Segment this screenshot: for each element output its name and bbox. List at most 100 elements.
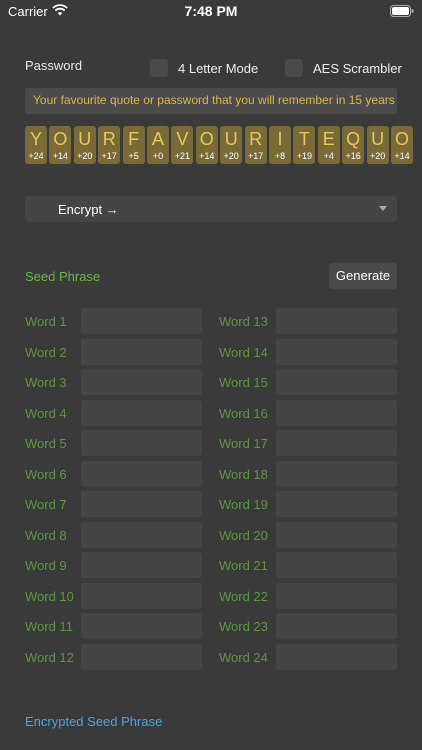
word-input[interactable] bbox=[276, 521, 397, 548]
tile-offset: +24 bbox=[28, 151, 44, 161]
battery-icon bbox=[390, 5, 414, 17]
tile-offset: +14 bbox=[199, 151, 215, 161]
letter-tile: U +20 bbox=[73, 126, 96, 164]
word-input[interactable] bbox=[81, 643, 202, 670]
tile-letter: F bbox=[128, 129, 140, 149]
password-label: Password bbox=[25, 58, 83, 73]
letter-tile: U +20 bbox=[220, 126, 243, 164]
word-label: Word 13 bbox=[219, 314, 268, 329]
word-label: Word 6 bbox=[25, 466, 67, 482]
four-letter-mode-checkbox[interactable] bbox=[150, 59, 168, 77]
tile-offset: +20 bbox=[369, 151, 386, 161]
tile-letter: O bbox=[53, 129, 68, 149]
tile-letter: U bbox=[78, 129, 92, 149]
word-label: Word 12 bbox=[25, 649, 74, 665]
tile-offset: +21 bbox=[174, 151, 191, 161]
status-time: 7:48 PM bbox=[184, 3, 238, 19]
word-label: Word 1 bbox=[25, 314, 67, 329]
word-input[interactable] bbox=[276, 643, 397, 670]
word-input[interactable] bbox=[276, 399, 397, 426]
letter-tile: T +19 bbox=[293, 126, 316, 164]
letter-tile: F +5 bbox=[122, 126, 145, 164]
chevron-down-icon bbox=[379, 206, 387, 211]
word-input[interactable] bbox=[81, 338, 202, 365]
tile-letter: U bbox=[371, 129, 385, 149]
word-input[interactable] bbox=[81, 613, 202, 639]
word-label: Word 15 bbox=[219, 375, 268, 390]
word-input[interactable] bbox=[81, 521, 202, 548]
word-input[interactable] bbox=[276, 338, 397, 365]
tile-letter: O bbox=[199, 129, 214, 149]
word-input[interactable] bbox=[276, 369, 397, 395]
word-label: Word 11 bbox=[25, 619, 73, 634]
word-label: Word 21 bbox=[219, 558, 268, 573]
word-input[interactable] bbox=[81, 308, 202, 334]
word-label: Word 24 bbox=[219, 649, 268, 665]
word-label: Word 2 bbox=[25, 344, 67, 360]
tile-offset: +20 bbox=[77, 151, 93, 161]
word-label: Word 10 bbox=[25, 588, 74, 604]
word-input[interactable] bbox=[81, 399, 202, 426]
word-input[interactable] bbox=[276, 460, 397, 487]
letter-tile: V +21 bbox=[171, 126, 194, 164]
word-label: Word 4 bbox=[25, 405, 67, 421]
tile-offset: +14 bbox=[52, 151, 69, 161]
letter-tile: A +0 bbox=[147, 126, 169, 164]
tile-letter: U bbox=[224, 129, 238, 149]
word-label: Word 7 bbox=[25, 497, 67, 512]
letter-tile: I +8 bbox=[269, 126, 291, 164]
word-label: Word 18 bbox=[219, 466, 268, 482]
letter-tile-strip: Y +24 O +14 U +20 R +17 F +5 A +0 V +21 O +14 U +20 R +17 I +… bbox=[25, 126, 422, 164]
tile-letter: Y bbox=[29, 129, 42, 149]
letter-tile: O +14 bbox=[195, 126, 218, 164]
tile-offset: +17 bbox=[101, 151, 117, 161]
encrypt-label: Encrypt → bbox=[58, 202, 119, 217]
word-input[interactable] bbox=[81, 491, 202, 517]
aes-scrambler-checkbox[interactable] bbox=[285, 59, 303, 77]
word-input[interactable] bbox=[276, 582, 397, 609]
word-input[interactable] bbox=[81, 582, 202, 609]
word-input[interactable] bbox=[81, 369, 202, 395]
password-input[interactable]: Your favourite quote or password that yo… bbox=[25, 88, 397, 114]
encrypt-select[interactable]: Encrypt → bbox=[25, 196, 397, 222]
word-input[interactable] bbox=[276, 491, 397, 517]
letter-tile: O +14 bbox=[391, 126, 413, 164]
word-input[interactable] bbox=[81, 430, 202, 456]
word-label: Word 16 bbox=[219, 405, 268, 421]
tile-offset: +0 bbox=[152, 151, 164, 161]
letter-tile: R +17 bbox=[98, 126, 121, 164]
tile-offset: +4 bbox=[323, 151, 334, 161]
tile-letter: R bbox=[102, 129, 116, 149]
word-input[interactable] bbox=[276, 552, 397, 578]
letter-tile: E +4 bbox=[317, 126, 340, 164]
letter-tile: O +14 bbox=[49, 126, 72, 164]
word-input[interactable] bbox=[276, 308, 397, 334]
seed-phrase-title: Seed Phrase bbox=[25, 269, 101, 284]
word-label: Word 19 bbox=[219, 497, 268, 512]
encrypted-seed-phrase-title: Encrypted Seed Phrase bbox=[25, 714, 163, 729]
word-label: Word 22 bbox=[219, 588, 268, 604]
word-input[interactable] bbox=[81, 460, 202, 487]
password-value: Your favourite quote or password that yo… bbox=[33, 93, 395, 107]
word-input[interactable] bbox=[81, 552, 202, 578]
word-input[interactable] bbox=[276, 430, 397, 456]
word-label: Word 20 bbox=[219, 527, 268, 543]
word-input[interactable] bbox=[276, 613, 397, 639]
letter-tile: Y +24 bbox=[25, 126, 47, 164]
tile-offset: +20 bbox=[223, 151, 239, 161]
word-label: Word 8 bbox=[25, 527, 67, 543]
tile-offset: +16 bbox=[345, 151, 361, 161]
tile-offset: +14 bbox=[394, 151, 410, 161]
word-label: Word 3 bbox=[25, 375, 67, 390]
word-label: Word 23 bbox=[219, 619, 268, 634]
tile-offset: +17 bbox=[247, 151, 264, 161]
tile-letter: T bbox=[298, 129, 310, 149]
word-label: Word 9 bbox=[25, 558, 67, 573]
tile-letter: V bbox=[176, 129, 189, 149]
tile-letter: E bbox=[322, 129, 335, 149]
aes-scrambler-label: AES Scrambler bbox=[313, 61, 402, 76]
tile-letter: O bbox=[394, 129, 409, 149]
tile-letter: I bbox=[277, 129, 283, 149]
generate-button[interactable]: Generate bbox=[329, 263, 397, 289]
tile-letter: R bbox=[249, 129, 263, 149]
